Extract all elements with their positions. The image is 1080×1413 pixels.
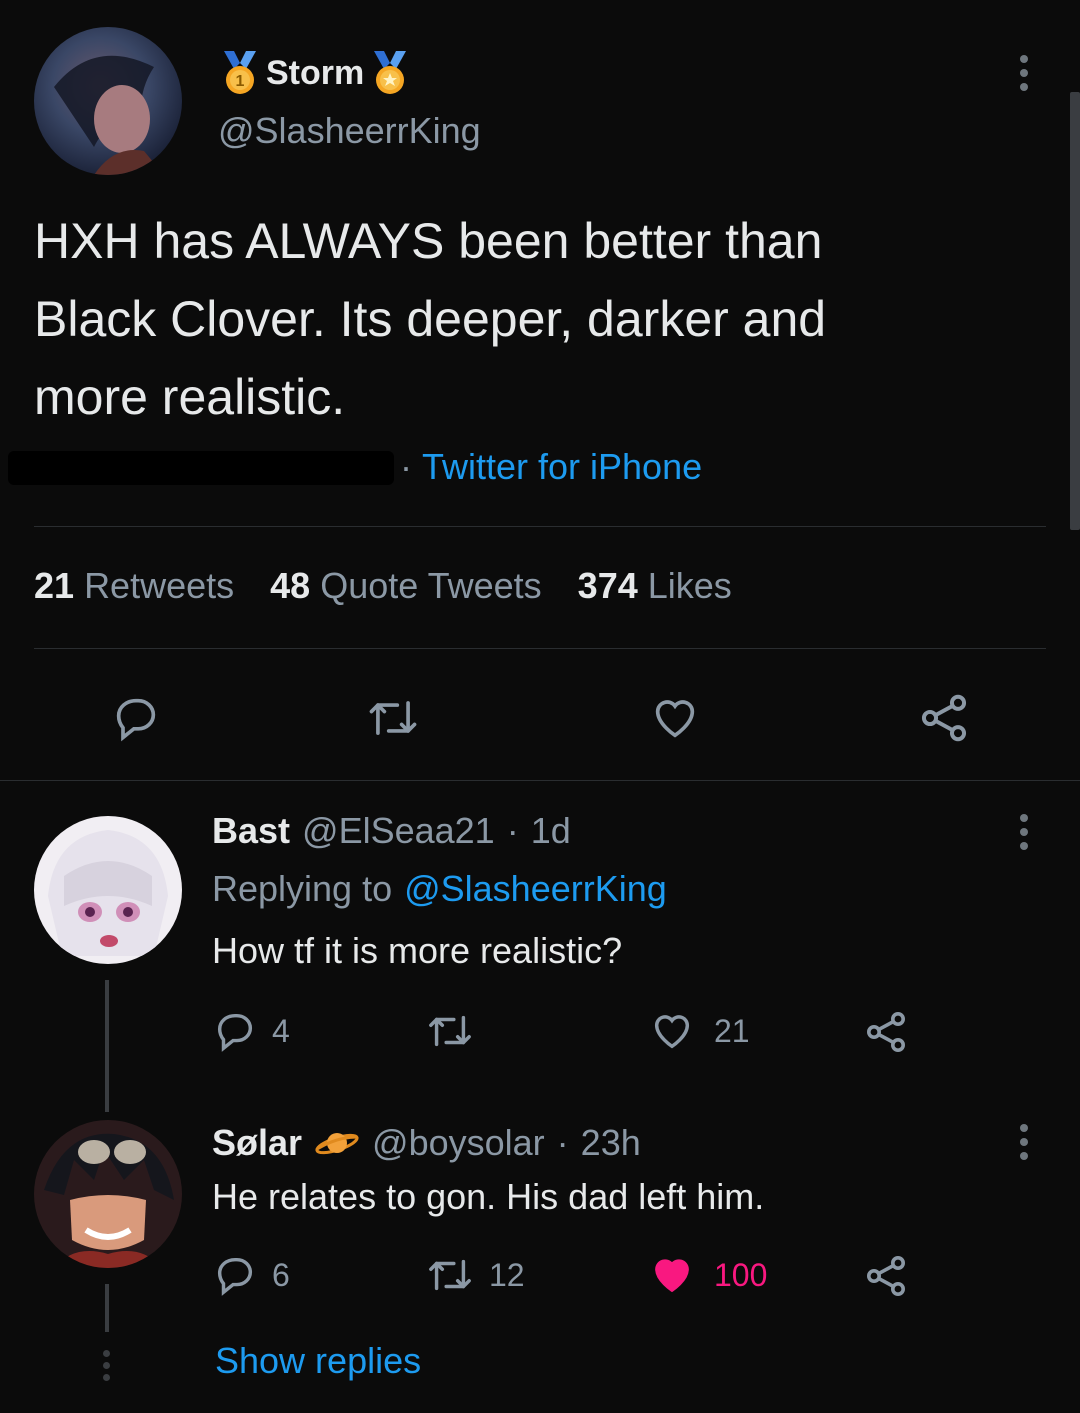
quotes-count: 48 [270, 565, 311, 606]
reply-header: Bast @ElSeaa21 · 1d [212, 810, 571, 852]
replying-label: Replying to [212, 868, 393, 909]
share-button[interactable] [862, 1252, 910, 1300]
separator-dot: · [400, 446, 412, 487]
avatar-art [48, 830, 168, 956]
thread-line [105, 980, 109, 1112]
like-button[interactable] [648, 692, 702, 744]
separator-dot: · [556, 1122, 569, 1163]
reply-icon [217, 1257, 253, 1296]
more-options-icon[interactable] [1020, 814, 1028, 850]
reply-count: 4 [272, 1012, 290, 1049]
retweet-icon [429, 1259, 471, 1291]
display-name[interactable]: Bast [212, 810, 290, 852]
reply-text: How tf it is more realistic? [212, 930, 623, 971]
heart-icon [654, 1015, 690, 1049]
show-replies-link[interactable]: Show replies [215, 1340, 421, 1382]
divider [0, 780, 1080, 781]
timestamp[interactable]: 1d [531, 810, 571, 852]
reply-button[interactable]: 6 [212, 1252, 290, 1298]
medal-icon [368, 49, 412, 97]
display-name[interactable]: Storm [266, 54, 364, 93]
display-name[interactable]: Sølar [212, 1122, 302, 1164]
reply-button[interactable]: 4 [212, 1008, 290, 1054]
avatar-art [44, 1133, 174, 1268]
quotes-label: Quote Tweets [320, 565, 542, 606]
retweets-count: 21 [34, 565, 75, 606]
reply-header: Sølar @boysolar · 23h [212, 1122, 641, 1164]
like-button[interactable]: 21 [648, 1008, 750, 1054]
heart-filled-icon [655, 1259, 689, 1293]
svg-text:1: 1 [236, 73, 245, 90]
scrollbar[interactable] [1070, 92, 1080, 530]
handle[interactable]: @boysolar [372, 1122, 545, 1164]
likes-label: Likes [647, 565, 732, 606]
stats-row: 21 Retweets 48 Quote Tweets 374 Likes [34, 565, 732, 607]
avatar[interactable] [34, 816, 182, 964]
tweet-text-line: Black Clover. Its deeper, darker and [34, 291, 827, 347]
retweet-icon [369, 701, 417, 735]
heart-icon [655, 700, 695, 738]
reply-icon [116, 698, 156, 742]
share-icon [867, 1256, 905, 1296]
quotes-stat[interactable]: 48 Quote Tweets [270, 565, 542, 607]
retweet-button[interactable]: 12 [425, 1252, 525, 1298]
planet-icon [314, 1127, 360, 1159]
avatar-art [54, 55, 164, 175]
retweets-label: Retweets [84, 565, 235, 606]
avatar[interactable] [34, 1120, 182, 1268]
retweet-icon [429, 1015, 471, 1047]
retweet-button[interactable] [425, 1008, 489, 1054]
likes-count: 374 [577, 565, 638, 606]
author-line: 1 Storm [218, 48, 412, 98]
more-options-icon[interactable] [1020, 1124, 1028, 1160]
medal-icon: 1 [218, 49, 262, 97]
tweet-text: HXH has ALWAYS been better than Black Cl… [34, 202, 826, 436]
replying-to: Replying to @SlasheerrKing [212, 868, 667, 910]
share-button[interactable] [916, 690, 972, 746]
source-link[interactable]: Twitter for iPhone [422, 446, 702, 488]
like-count: 100 [714, 1256, 768, 1293]
more-options-icon[interactable] [1020, 55, 1028, 91]
replying-handle-link[interactable]: @SlasheerrKing [404, 868, 667, 910]
like-button[interactable]: 100 [648, 1252, 767, 1298]
tweet-text-line: HXH has ALWAYS been better than [34, 213, 823, 269]
reply-icon [217, 1013, 253, 1052]
retweet-count: 12 [489, 1256, 525, 1293]
thread-line [105, 1284, 109, 1332]
share-button[interactable] [862, 1008, 910, 1056]
reply-text: He relates to gon. His dad left him. [212, 1176, 765, 1217]
source-line: · Twitter for iPhone [400, 446, 702, 488]
reply-count: 6 [272, 1256, 290, 1293]
thread-dots [103, 1350, 110, 1381]
separator-dot: · [506, 810, 519, 851]
share-icon [867, 1012, 905, 1052]
like-count: 21 [714, 1012, 750, 1049]
timestamp[interactable]: 23h [581, 1122, 641, 1164]
handle[interactable]: @SlasheerrKing [218, 110, 481, 152]
reply-button[interactable] [110, 692, 162, 744]
divider [34, 526, 1046, 527]
divider [34, 648, 1046, 649]
retweets-stat[interactable]: 21 Retweets [34, 565, 234, 607]
redacted-timestamp [8, 451, 394, 485]
likes-stat[interactable]: 374 Likes [578, 565, 732, 607]
tweet-text-line: more realistic. [34, 369, 346, 425]
retweet-button[interactable] [365, 692, 421, 744]
handle[interactable]: @ElSeaa21 [302, 810, 495, 852]
avatar[interactable] [34, 27, 182, 175]
share-icon [921, 694, 967, 742]
